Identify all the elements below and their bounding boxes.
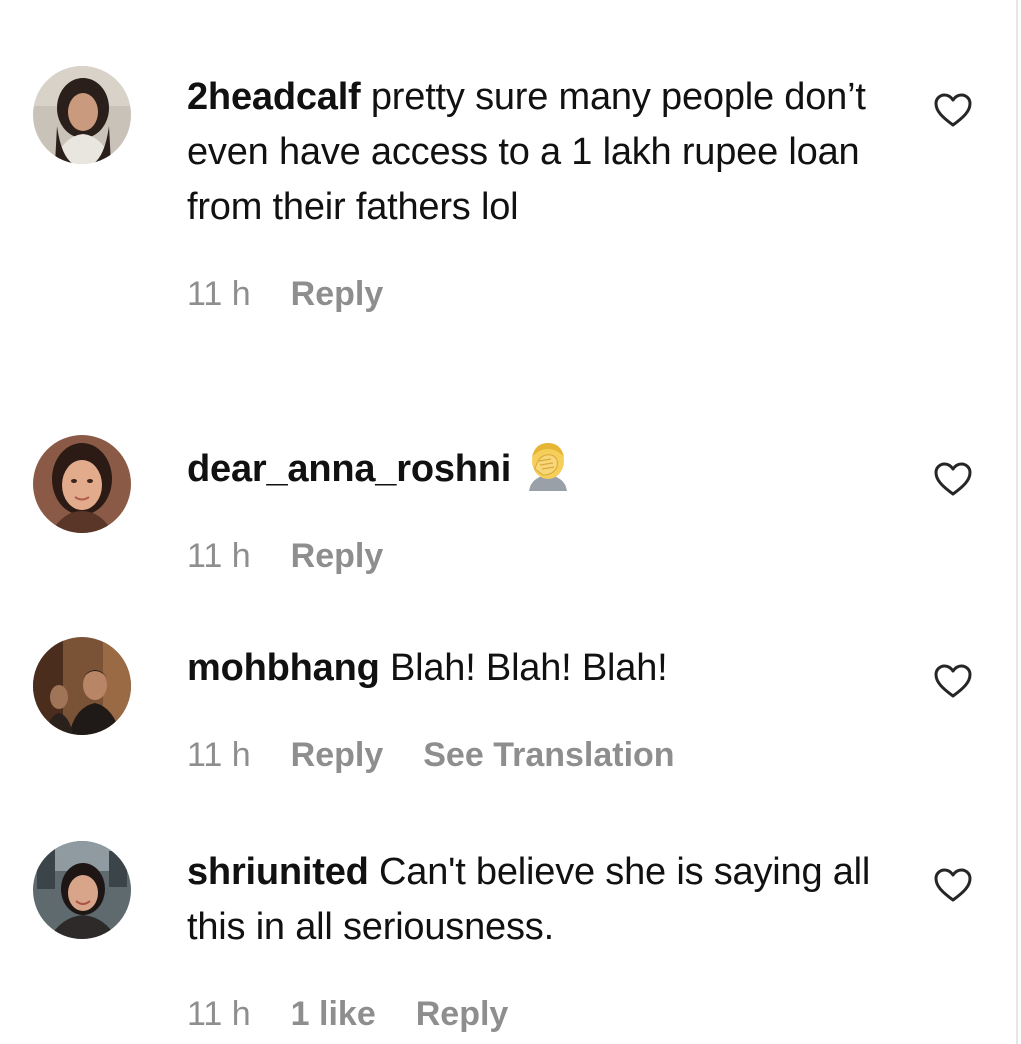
avatar[interactable]	[33, 435, 131, 533]
heart-icon[interactable]	[933, 92, 973, 128]
comment-username[interactable]: mohbhang	[187, 647, 380, 689]
scroll-edge	[1016, 0, 1018, 1044]
reply-button[interactable]: Reply	[291, 736, 384, 775]
comment-username[interactable]: dear_anna_roshni	[187, 448, 511, 490]
see-translation-button[interactable]: See Translation	[423, 736, 674, 775]
heart-icon[interactable]	[933, 663, 973, 699]
comment-time: 11 h	[187, 995, 251, 1033]
avatar[interactable]	[33, 841, 131, 939]
heart-icon[interactable]	[933, 461, 973, 497]
comment-text: Blah! Blah! Blah!	[389, 647, 668, 689]
avatar[interactable]	[33, 637, 131, 735]
reply-button[interactable]: Reply	[291, 537, 384, 576]
comment-time: 11 h	[187, 736, 251, 774]
comment-time: 11 h	[187, 275, 251, 313]
reply-button[interactable]: Reply	[416, 995, 509, 1034]
face-palm-emoji	[521, 439, 575, 491]
comment-username[interactable]: shriunited	[187, 851, 369, 893]
avatar[interactable]	[33, 66, 131, 164]
comment-time: 11 h	[187, 537, 251, 575]
comment-username[interactable]: 2headcalf	[187, 76, 361, 118]
likes-count-button[interactable]: 1 like	[291, 995, 376, 1034]
heart-icon[interactable]	[933, 867, 973, 903]
reply-button[interactable]: Reply	[291, 275, 384, 314]
